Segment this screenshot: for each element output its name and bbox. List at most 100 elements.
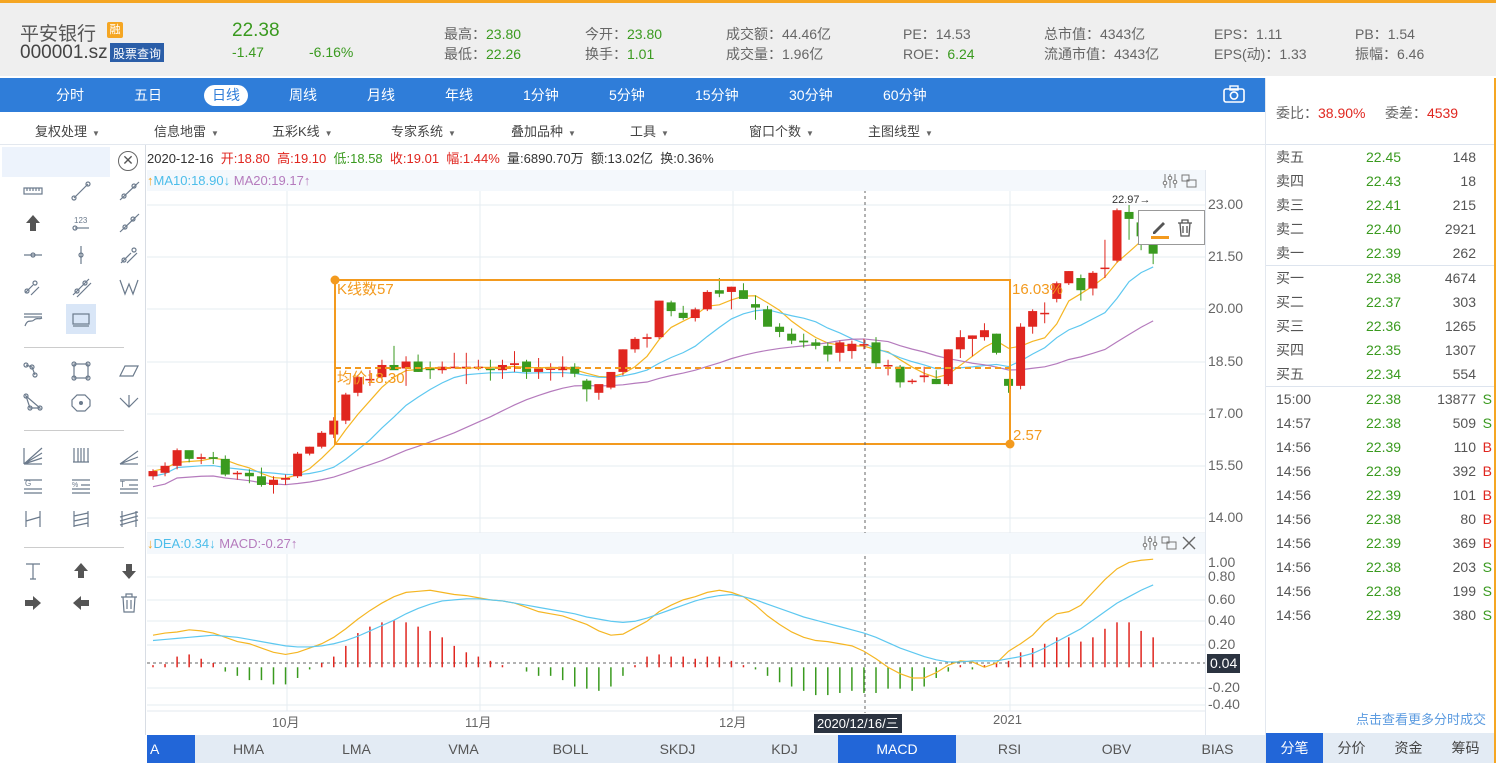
window-switch-icon[interactable] [1161, 536, 1177, 550]
close-indicator-icon[interactable] [1181, 536, 1197, 550]
period-tab[interactable]: 年线 [437, 85, 481, 106]
parallelogram-icon[interactable] [114, 356, 144, 386]
parallel-channel-icon[interactable] [114, 240, 144, 270]
indicator-tab[interactable]: RSI [956, 735, 1063, 763]
indicator-tab[interactable]: OBV [1063, 735, 1170, 763]
right-panel-tab[interactable]: 分笔 [1266, 733, 1323, 763]
period-tab[interactable]: 15分钟 [687, 85, 747, 106]
chart-option-dropdown[interactable]: 主图线型 ▼ [868, 121, 933, 140]
fib-retracement-icon[interactable]: % [66, 472, 96, 502]
settings-sliders-icon[interactable] [1142, 536, 1158, 550]
indicator-tab[interactable]: LMA [303, 735, 410, 763]
chart-option-dropdown[interactable]: 信息地雷 ▼ [154, 121, 219, 140]
ma-overlay-icon[interactable] [18, 304, 48, 334]
chart-option-dropdown[interactable]: 五彩K线 ▼ [272, 121, 333, 140]
indicator-tab[interactable]: MACD [838, 735, 956, 763]
price-label-icon[interactable]: 123 [66, 208, 96, 238]
indicator-tab[interactable]: KDJ [731, 735, 838, 763]
bid-row: 买一 22.38 4674 [1266, 266, 1494, 290]
chart-option-dropdown[interactable]: 复权处理 ▼ [35, 121, 100, 140]
down-vector-icon[interactable] [114, 388, 144, 418]
text-tool-icon[interactable] [18, 556, 48, 586]
double-channel-icon[interactable] [66, 272, 96, 302]
period-tab[interactable]: 五日 [126, 85, 170, 106]
info-high: 高:19.10 [277, 151, 327, 166]
indicator-tab[interactable]: A [147, 735, 195, 763]
svg-text:123: 123 [74, 216, 88, 225]
cycle-lines-icon[interactable] [66, 504, 96, 534]
candle-body [269, 479, 278, 485]
close-tools-icon[interactable]: ✕ [118, 151, 138, 171]
window-switch-icon[interactable] [1181, 174, 1197, 188]
gann-fan-icon[interactable] [114, 440, 144, 470]
kline-chart[interactable]: K线数57 均价18.30 16.03% 2.57 22.97→ [147, 145, 1265, 735]
fib-timezone-icon[interactable] [66, 440, 96, 470]
period-tab[interactable]: 60分钟 [875, 85, 935, 106]
indicator-tab[interactable]: BOLL [517, 735, 624, 763]
candle-body [666, 302, 676, 312]
more-trades-link[interactable]: 点击查看更多分时成交 [1356, 709, 1486, 728]
stock-query-button[interactable]: 股票查询 [110, 43, 165, 62]
tool-search-box[interactable] [2, 147, 110, 177]
delete-all-icon[interactable] [114, 588, 144, 618]
period-tab[interactable]: 5分钟 [601, 85, 653, 106]
right-panel-tab[interactable]: 资金 [1380, 733, 1437, 763]
chart-option-dropdown[interactable]: 窗口个数 ▼ [749, 121, 814, 140]
delete-trash-icon[interactable] [1177, 219, 1193, 237]
buy-arrow-icon[interactable] [66, 556, 96, 586]
trade-time: 14:56 [1276, 535, 1312, 551]
w-pattern-icon[interactable] [114, 272, 144, 302]
fib-extension-icon[interactable]: T [114, 472, 144, 502]
period-tab[interactable]: 分时 [48, 85, 92, 106]
polyline-icon[interactable] [18, 356, 48, 386]
extended-line-icon[interactable] [114, 208, 144, 238]
chart-option-dropdown[interactable]: 叠加品种 ▼ [511, 121, 576, 140]
left-arrow-icon[interactable] [66, 588, 96, 618]
triangle-icon[interactable] [18, 388, 48, 418]
indicator-tab[interactable]: VMA [410, 735, 517, 763]
gann-box-icon-glyph: G [24, 479, 42, 494]
rectangle-tool-icon[interactable] [66, 304, 96, 334]
indicator-tab[interactable]: SKDJ [624, 735, 731, 763]
ray-line-icon[interactable] [114, 176, 144, 206]
indicator-tab[interactable]: HMA [195, 735, 302, 763]
settings-sliders-icon[interactable] [1162, 174, 1178, 188]
gann-box-icon[interactable]: G [18, 472, 48, 502]
up-arrow-solid-icon[interactable] [18, 208, 48, 238]
indicator-tab[interactable]: BIAS [1170, 735, 1265, 763]
chart-option-dropdown[interactable]: 专家系统 ▼ [391, 121, 456, 140]
stat-item: 换手：1.01 [585, 44, 654, 64]
fib-channel-icon[interactable] [114, 504, 144, 534]
ask-row: 卖五 22.45 148 [1266, 145, 1494, 169]
trade-row: 14:56 22.38 203 S [1266, 555, 1494, 579]
horizontal-line-icon[interactable] [18, 240, 48, 270]
candle-body [293, 453, 303, 477]
circle-tool-icon[interactable] [66, 388, 96, 418]
edit-pencil-icon[interactable] [1149, 219, 1171, 239]
measure-range-icon[interactable] [18, 504, 48, 534]
camera-icon[interactable] [1223, 85, 1245, 103]
period-tab[interactable]: 30分钟 [781, 85, 841, 106]
candle-body [172, 450, 182, 466]
period-tab[interactable]: 1分钟 [515, 85, 567, 106]
stat-item: EPS：1.11 [1214, 24, 1282, 44]
period-tab[interactable]: 日线 [204, 85, 248, 106]
ma-overlay-icon-glyph [24, 313, 43, 327]
vertical-line-icon[interactable] [66, 240, 96, 270]
chart-option-dropdown[interactable]: 工具 ▼ [630, 121, 669, 140]
right-panel-tab[interactable]: 筹码 [1437, 733, 1494, 763]
candle-body [943, 349, 953, 385]
fan-lines-icon[interactable] [18, 440, 48, 470]
sell-arrow-icon[interactable] [114, 556, 144, 586]
line-segment-icon[interactable] [66, 176, 96, 206]
ruler-icon[interactable] [18, 176, 48, 206]
square-points-icon[interactable] [66, 356, 96, 386]
level-price: 22.37 [1366, 294, 1402, 310]
period-tab[interactable]: 周线 [281, 85, 325, 106]
parallel-lines-icon[interactable] [18, 272, 48, 302]
right-arrow-icon[interactable] [18, 588, 48, 618]
period-tab[interactable]: 月线 [359, 85, 403, 106]
right-panel-tab[interactable]: 分价 [1323, 733, 1380, 763]
chart-area[interactable]: K线数57 均价18.30 16.03% 2.57 22.97→ [147, 145, 1265, 735]
trade-price: 22.38 [1366, 415, 1402, 431]
